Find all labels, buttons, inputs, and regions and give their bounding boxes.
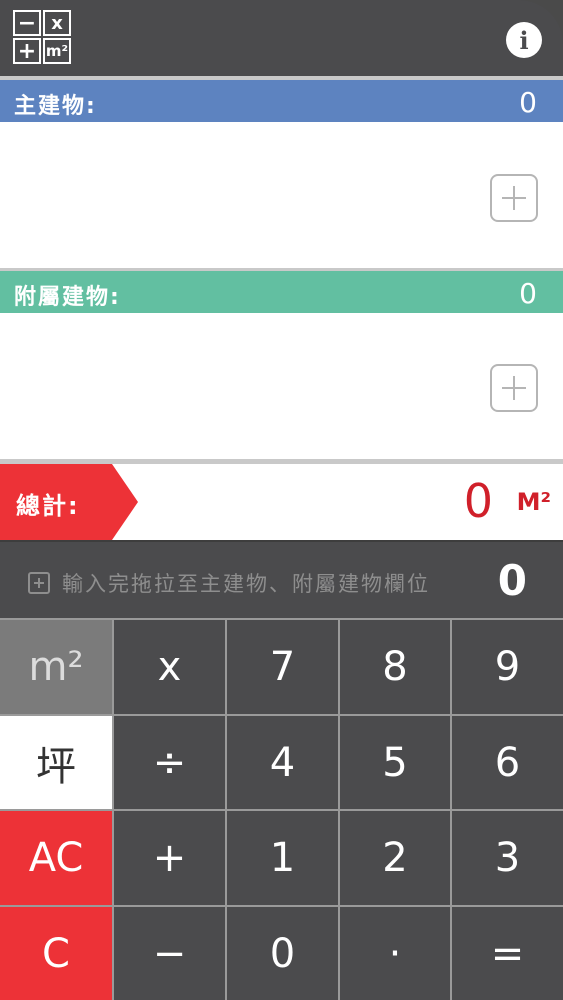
annex-building-list[interactable] bbox=[0, 313, 563, 459]
annex-building-header: 附屬建物: 0 bbox=[0, 271, 563, 313]
total-row: 總計: 0 M² bbox=[0, 464, 563, 540]
keypad: m² x 7 8 9 坪 ÷ 4 5 6 AC + 1 2 3 C − 0 · … bbox=[0, 618, 563, 1000]
add-main-building-button[interactable] bbox=[490, 174, 538, 222]
total-label: 總計: bbox=[16, 492, 80, 520]
plus-key[interactable]: + bbox=[114, 811, 225, 905]
minus-key[interactable]: − bbox=[114, 907, 225, 1000]
main-building-list[interactable] bbox=[0, 122, 563, 268]
digit-1-key[interactable]: 1 bbox=[227, 811, 338, 905]
digit-9-key[interactable]: 9 bbox=[452, 620, 563, 714]
digit-2-key[interactable]: 2 bbox=[340, 811, 450, 905]
digit-4-key[interactable]: 4 bbox=[227, 716, 338, 809]
display-value[interactable]: 0 bbox=[498, 556, 527, 605]
digit-6-key[interactable]: 6 bbox=[452, 716, 563, 809]
top-bar: − x + m² i bbox=[0, 0, 563, 76]
add-annex-building-button[interactable] bbox=[490, 364, 538, 412]
unit-m2-key[interactable]: m² bbox=[0, 620, 112, 714]
digit-7-key[interactable]: 7 bbox=[227, 620, 338, 714]
annex-building-value: 0 bbox=[519, 277, 537, 310]
drag-hint: 輸入完拖拉至主建物、附屬建物欄位 bbox=[62, 572, 430, 596]
app-logo-icon: − x + m² bbox=[13, 10, 73, 66]
main-building-value: 0 bbox=[519, 86, 537, 119]
all-clear-button[interactable]: AC bbox=[0, 811, 112, 905]
logo-plus: + bbox=[13, 38, 41, 64]
total-value: 0 bbox=[463, 474, 493, 528]
logo-unit: m² bbox=[43, 38, 71, 64]
main-building-label: 主建物: bbox=[14, 94, 97, 119]
input-display[interactable]: 輸入完拖拉至主建物、附屬建物欄位 0 bbox=[0, 540, 563, 618]
logo-times: x bbox=[43, 10, 71, 36]
main-building-header: 主建物: 0 bbox=[0, 80, 563, 122]
digit-3-key[interactable]: 3 bbox=[452, 811, 563, 905]
digit-5-key[interactable]: 5 bbox=[340, 716, 450, 809]
multiply-key[interactable]: x bbox=[114, 620, 225, 714]
divide-key[interactable]: ÷ bbox=[114, 716, 225, 809]
info-icon[interactable]: i bbox=[506, 22, 542, 58]
logo-minus: − bbox=[13, 10, 41, 36]
unit-ping-key[interactable]: 坪 bbox=[0, 716, 112, 809]
annex-building-label: 附屬建物: bbox=[14, 285, 121, 310]
decimal-point-key[interactable]: · bbox=[340, 907, 450, 1000]
total-unit: M² bbox=[516, 488, 551, 516]
digit-8-key[interactable]: 8 bbox=[340, 620, 450, 714]
clear-button[interactable]: C bbox=[0, 907, 112, 1000]
total-tag: 總計: bbox=[0, 464, 138, 540]
drag-handle-plus-icon[interactable] bbox=[28, 572, 50, 594]
digit-0-key[interactable]: 0 bbox=[227, 907, 338, 1000]
area-calculator-app: − x + m² i 主建物: 0 附屬建物: 0 總計: 0 M² 輸入完拖拉… bbox=[0, 0, 563, 1000]
equals-key[interactable]: = bbox=[452, 907, 563, 1000]
